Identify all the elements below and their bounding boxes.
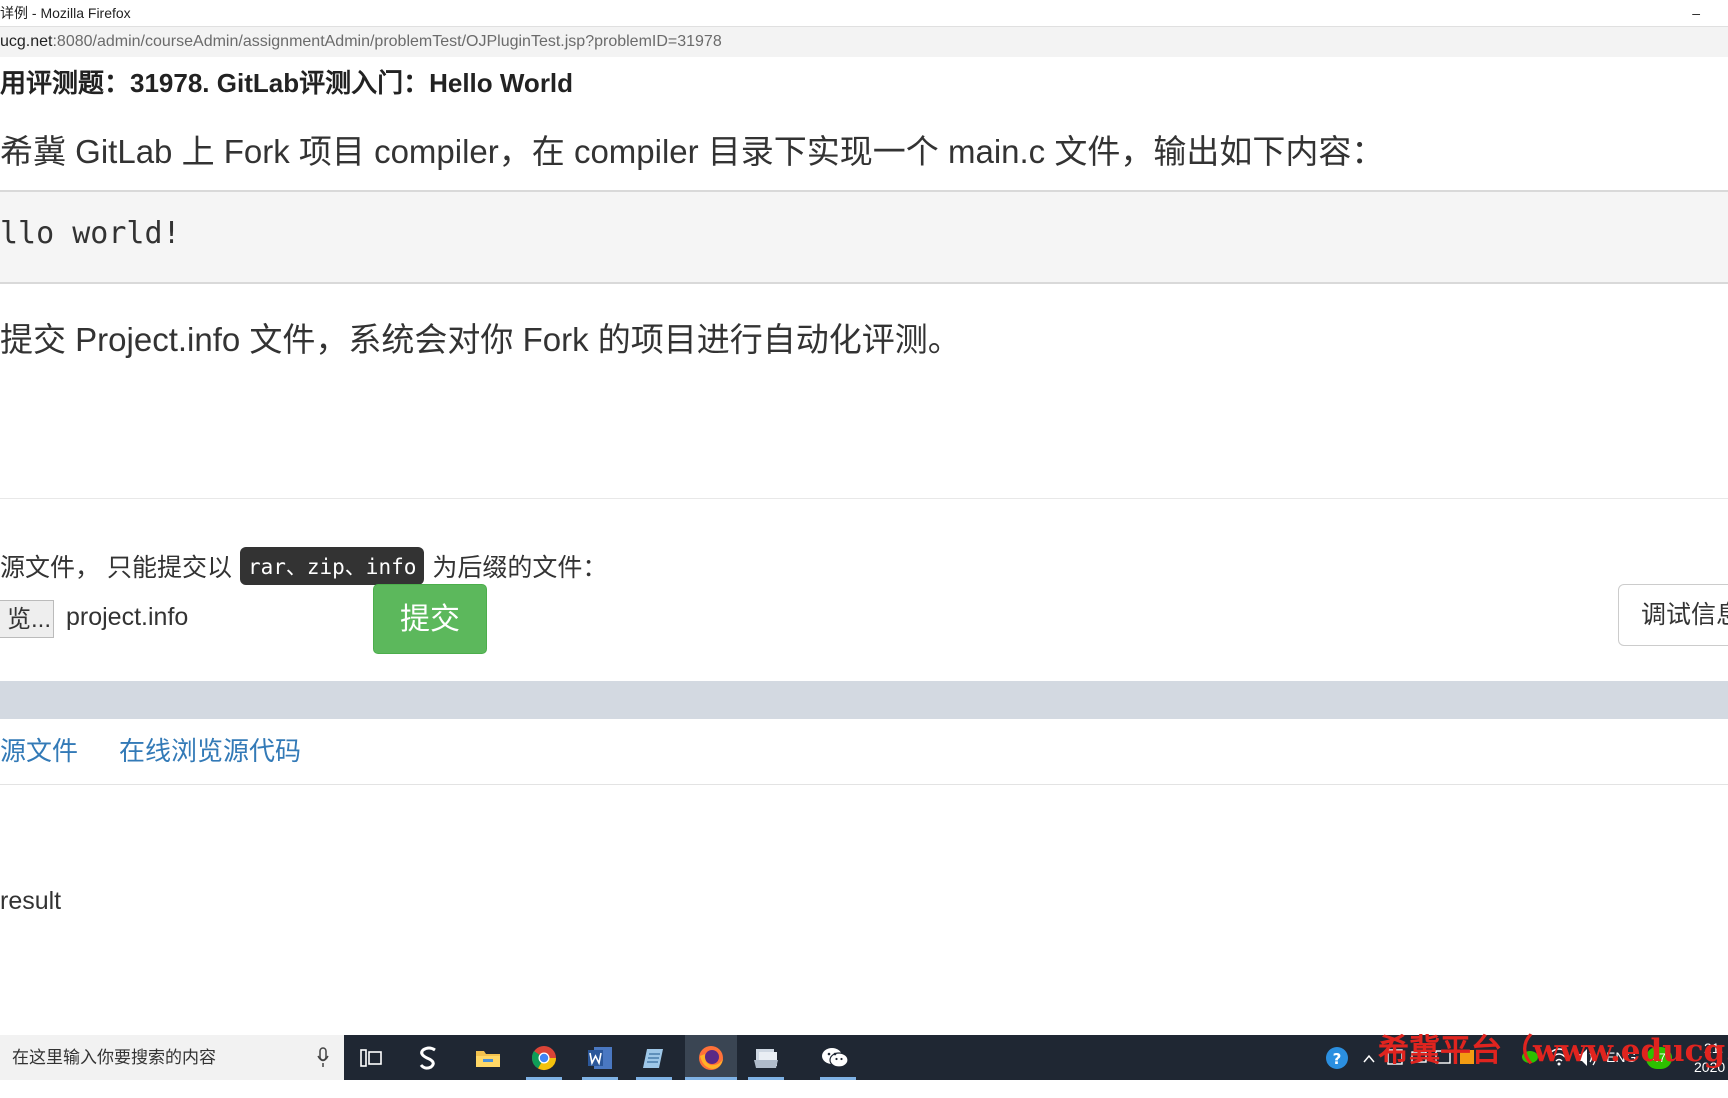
selected-file-name: project.info xyxy=(66,603,189,631)
url-path: :8080/admin/courseAdmin/assignmentAdmin/… xyxy=(52,33,722,50)
watermark-text: 希冀平台（www.educg. xyxy=(1378,1033,1728,1069)
app-s-icon[interactable] xyxy=(412,1041,446,1075)
tray-chevron-up-icon[interactable] xyxy=(1362,1035,1376,1080)
file-explorer-icon[interactable] xyxy=(471,1041,505,1075)
notepad-icon[interactable] xyxy=(637,1041,671,1075)
address-bar[interactable]: ucg.net:8080/admin/courseAdmin/assignmen… xyxy=(0,26,1728,58)
tab-browse-source-online[interactable]: 在线浏览源代码 xyxy=(119,731,301,768)
allowed-extensions-badge: rar、zip、info xyxy=(239,547,425,585)
page-content: 用评测题：31978. GitLab评测入门：Hello World 希冀 Gi… xyxy=(0,57,1728,1035)
taskbar-search[interactable]: 在这里输入你要搜索的内容 xyxy=(0,1035,344,1080)
debug-info-button[interactable]: 调试信息 xyxy=(1618,584,1728,646)
section-band xyxy=(0,681,1728,719)
submit-note: 提交 Project.info 文件，系统会对你 Fork 的项目进行自动化评测… xyxy=(0,321,961,358)
divider xyxy=(0,498,1728,499)
problem-instruction: 希冀 GitLab 上 Fork 项目 compiler，在 compiler … xyxy=(0,133,1385,170)
page-title: 用评测题：31978. GitLab评测入门：Hello World xyxy=(0,68,574,98)
files-icon[interactable] xyxy=(749,1041,783,1075)
window-title: 详例 - Mozilla Firefox xyxy=(0,5,131,21)
upload-label-suffix: 为后缀的文件： xyxy=(432,554,608,582)
result-label: result xyxy=(0,887,62,915)
taskbar-search-placeholder: 在这里输入你要搜索的内容 xyxy=(12,1048,216,1067)
task-view-icon[interactable] xyxy=(354,1041,388,1075)
tab-source-files[interactable]: 源文件 xyxy=(0,731,78,768)
microphone-icon[interactable] xyxy=(316,1035,330,1080)
submit-button[interactable]: 提交 xyxy=(373,584,487,654)
word-icon[interactable] xyxy=(583,1041,617,1075)
help-glyph: ? xyxy=(1333,1050,1342,1068)
code-output-text: llo world! xyxy=(0,216,181,251)
wechat-icon[interactable] xyxy=(818,1041,852,1075)
url-host: ucg.net xyxy=(0,33,53,50)
browse-button[interactable]: 览... xyxy=(0,600,54,638)
minimize-button[interactable]: – xyxy=(1692,0,1700,26)
firefox-icon[interactable] xyxy=(685,1035,737,1080)
code-block: llo world! xyxy=(0,190,1728,284)
divider xyxy=(0,784,1728,785)
window-title-bar: 详例 - Mozilla Firefox – xyxy=(0,0,1728,26)
help-icon[interactable]: ? xyxy=(1324,1035,1350,1080)
upload-label-prefix: 源文件， 只能提交以 xyxy=(0,554,232,582)
chrome-icon[interactable] xyxy=(527,1041,561,1075)
upload-label: 源文件， 只能提交以 rar、zip、info 为后缀的文件： xyxy=(0,547,607,585)
